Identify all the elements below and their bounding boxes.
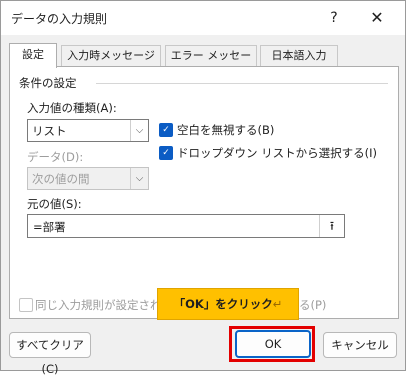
allow-select-value: リスト	[32, 124, 67, 138]
apply-all-label-start: 同じ入力規則が設定され	[35, 298, 162, 312]
return-icon: ↵	[272, 297, 283, 311]
clear-all-button[interactable]: すべてクリア(C)	[9, 332, 91, 376]
collapse-dialog-icon[interactable]: ⭱	[319, 215, 344, 237]
data-label: データ(D):	[27, 150, 84, 164]
in-cell-dropdown-label: ドロップダウン リストから選択する(I)	[177, 146, 378, 160]
data-select: 次の値の間 ⌵	[27, 167, 149, 190]
tab-settings[interactable]: 設定	[9, 43, 57, 68]
close-icon[interactable]: ✕	[365, 7, 389, 29]
in-cell-dropdown-checkbox[interactable]: ✓	[159, 146, 173, 160]
ignore-blank-checkbox[interactable]: ✓	[159, 123, 173, 137]
ok-highlight-box	[229, 326, 315, 362]
dialog-title: データの入力規則	[11, 12, 108, 26]
cancel-button[interactable]: キャンセル	[323, 332, 397, 358]
apply-all-label-end: る(P)	[299, 298, 327, 312]
data-select-value: 次の値の間	[32, 172, 90, 186]
group-divider	[96, 83, 388, 84]
group-label: 条件の設定	[19, 76, 77, 90]
instruction-callout: 「OK」をクリック↵	[157, 288, 299, 320]
source-label: 元の値(S):	[27, 197, 82, 211]
chevron-down-icon[interactable]: ⌵	[130, 120, 148, 141]
tab-ime-mode[interactable]: 日本語入力	[260, 45, 338, 66]
tab-input-message[interactable]: 入力時メッセージ	[61, 45, 161, 66]
chevron-down-icon: ⌵	[130, 168, 148, 189]
help-icon[interactable]: ?	[323, 7, 345, 29]
allow-label: 入力値の種類(A):	[27, 101, 117, 115]
source-input-value: =部署	[33, 220, 66, 234]
source-input[interactable]: =部署 ⭱	[27, 214, 345, 238]
title-bar: データの入力規則 ? ✕	[1, 1, 405, 35]
apply-all-checkbox: ✓	[19, 298, 33, 312]
ignore-blank-label: 空白を無視する(B)	[177, 123, 275, 137]
callout-text: 「OK」をクリック	[173, 297, 273, 311]
tab-error-alert[interactable]: エラー メッセージ	[165, 45, 257, 82]
allow-select[interactable]: リスト ⌵	[27, 119, 149, 142]
data-validation-dialog: データの入力規則 ? ✕ 設定 入力時メッセージ エラー メッセージ 日本語入力…	[0, 0, 406, 376]
